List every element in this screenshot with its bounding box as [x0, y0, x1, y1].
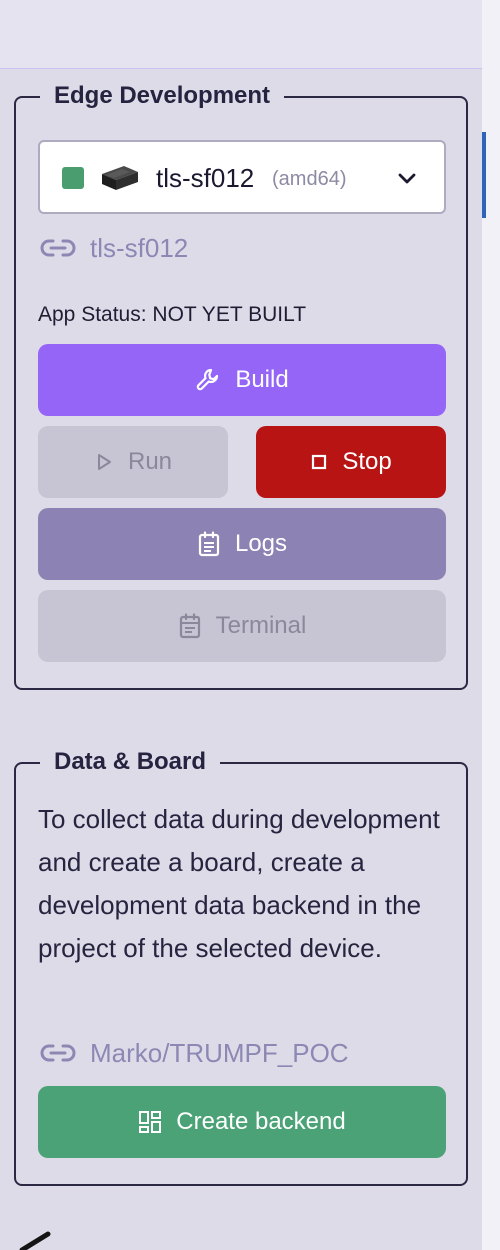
- stop-icon: [312, 454, 327, 470]
- terminal-button[interactable]: Terminal: [38, 590, 446, 662]
- play-icon: [97, 454, 111, 470]
- build-button[interactable]: Build: [38, 344, 446, 416]
- device-link-text: tls-sf012: [90, 233, 189, 263]
- run-button[interactable]: Run: [38, 426, 228, 498]
- pencil-icon[interactable]: [14, 1228, 54, 1250]
- device-select[interactable]: tls-sf012 (amd64): [38, 140, 446, 214]
- terminal-label: Terminal: [215, 612, 307, 639]
- run-label: Run: [127, 448, 173, 475]
- create-backend-button[interactable]: Create backend: [38, 1086, 446, 1158]
- app-status: App Status: NOT YET BUILT: [38, 303, 307, 326]
- link-icon: [40, 239, 76, 257]
- build-label: Build: [235, 366, 289, 393]
- edge-development-title: Edge Development: [40, 82, 285, 110]
- scrollbar-thumb[interactable]: [482, 132, 486, 218]
- data-board-panel: Data & Board To collect data during deve…: [14, 748, 468, 1186]
- device-status-indicator: [62, 167, 84, 189]
- top-bar: [0, 0, 500, 69]
- clipboard-icon: [198, 531, 220, 557]
- logs-button[interactable]: Logs: [38, 508, 446, 580]
- calendar-icon: [179, 613, 200, 639]
- dashboard-icon: [139, 1111, 162, 1133]
- link-icon: [40, 1044, 76, 1062]
- data-board-description: To collect data during development and c…: [38, 804, 440, 963]
- data-board-title: Data & Board: [40, 748, 221, 776]
- chevron-down-icon[interactable]: [396, 168, 418, 195]
- create-backend-label: Create backend: [176, 1108, 346, 1135]
- wrench-icon: [197, 368, 219, 391]
- logs-label: Logs: [234, 530, 288, 557]
- project-link-text: Marko/TRUMPF_POC: [90, 1038, 349, 1068]
- stop-button[interactable]: Stop: [256, 426, 446, 498]
- stop-label: Stop: [342, 448, 392, 475]
- device-arch: (amd64): [272, 168, 347, 190]
- edge-development-panel: Edge Development tls-sf012 (amd64) tls-s…: [14, 82, 468, 690]
- device-name: tls-sf012: [156, 163, 255, 193]
- device-box-icon: [100, 164, 140, 197]
